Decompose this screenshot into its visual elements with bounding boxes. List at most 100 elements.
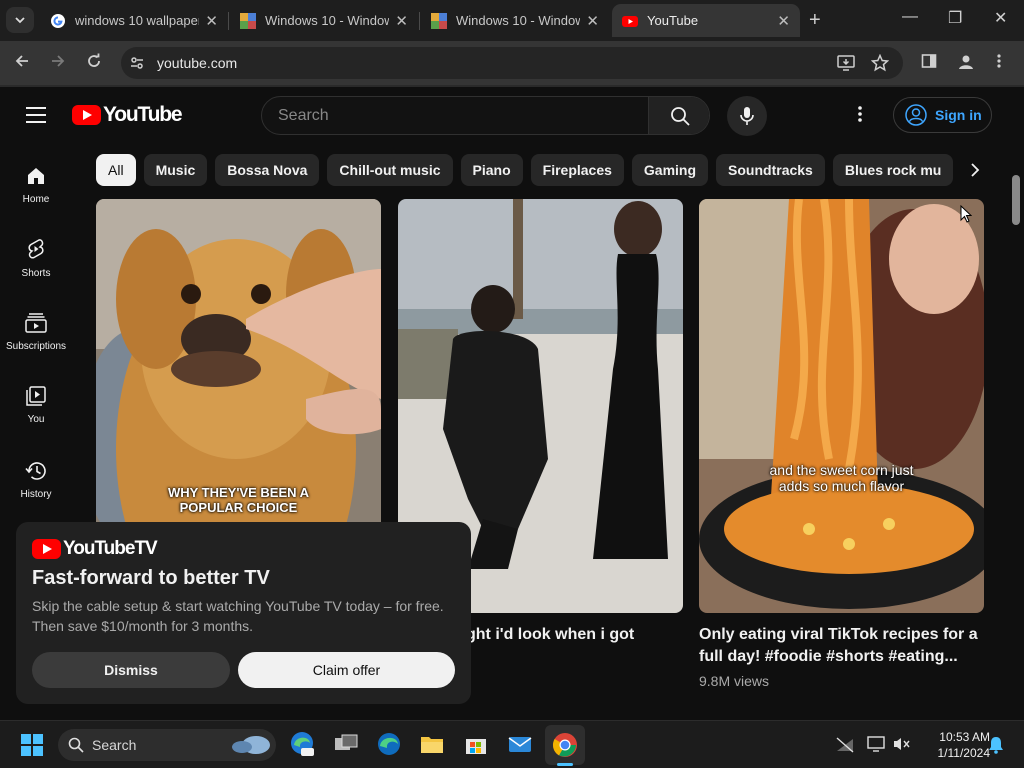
video-caption: and the sweet corn just — [769, 462, 914, 478]
dismiss-button[interactable]: Dismiss — [32, 652, 230, 688]
forward-button[interactable] — [50, 53, 66, 74]
subscriptions-icon — [25, 313, 47, 333]
chrome-icon — [552, 733, 577, 757]
promo-brand: YouTubeTV — [63, 538, 158, 559]
video-caption: adds so much flavor — [778, 478, 905, 494]
microphone-icon — [740, 107, 754, 125]
close-window-button[interactable]: ✕ — [994, 8, 1007, 28]
video-title[interactable]: ght i'd look when i got — [466, 624, 634, 646]
taskbar-clock[interactable]: 10:53 AM 1/11/2024 — [920, 729, 991, 761]
sidebar-item-home[interactable]: Home — [0, 166, 72, 205]
youtube-page: YouTube Sign in Home Shorts Subscription… — [0, 87, 1024, 713]
search-button[interactable] — [648, 97, 709, 134]
mouse-cursor-icon — [960, 205, 972, 223]
chip-music[interactable]: Music — [143, 154, 208, 186]
chrome-taskbar-button[interactable] — [545, 725, 585, 766]
microsoft-store-icon[interactable] — [463, 731, 489, 757]
more-vertical-icon — [997, 54, 1001, 68]
browser-tab-strip: windows 10 wallpaper ✕ Windows 10 - Wind… — [0, 0, 1024, 41]
chip-all[interactable]: All — [96, 154, 136, 186]
sidebar-item-subscriptions[interactable]: Subscriptions — [0, 313, 72, 352]
sidebar-label: Subscriptions — [5, 341, 67, 352]
tab-search-button[interactable] — [6, 7, 34, 33]
tab-google-search[interactable]: windows 10 wallpaper ✕ — [40, 4, 228, 37]
guide-menu-button[interactable] — [26, 107, 46, 128]
tab-windows-1[interactable]: Windows 10 - Windows ✕ — [230, 4, 418, 37]
youtube-icon — [622, 15, 638, 27]
side-panel-button[interactable] — [921, 53, 937, 74]
shorts-icon — [28, 239, 44, 259]
tab-title: YouTube — [647, 13, 699, 28]
sidebar-item-shorts[interactable]: Shorts — [0, 238, 72, 279]
notification-bell-icon[interactable] — [988, 736, 1004, 754]
youtube-tv-logo: YouTubeTV — [32, 538, 158, 560]
reload-button[interactable] — [86, 53, 102, 74]
edge-beta-icon[interactable] — [289, 731, 315, 757]
sidebar-label: Home — [22, 194, 50, 205]
chip-soundtracks[interactable]: Soundtracks — [716, 154, 825, 186]
chevron-right-icon — [971, 163, 980, 177]
search-box — [261, 96, 710, 135]
taskbar-search[interactable]: Search — [58, 729, 276, 761]
voice-search-button[interactable] — [727, 96, 767, 136]
chip-bossa-nova[interactable]: Bossa Nova — [215, 154, 320, 186]
video-title[interactable]: Only eating viral TikTok recipes for a f… — [699, 624, 989, 668]
windows-taskbar: Search 10:53 AM 1/11/2024 — [0, 720, 1024, 768]
network-offline-icon[interactable] — [836, 737, 854, 753]
new-tab-button[interactable]: + — [809, 9, 821, 32]
windows-start-icon[interactable] — [21, 734, 43, 756]
chip-gaming[interactable]: Gaming — [631, 154, 709, 186]
edge-icon[interactable] — [376, 731, 402, 757]
chip-chill-out-music[interactable]: Chill-out music — [327, 154, 453, 186]
reload-icon — [88, 53, 100, 67]
mail-icon[interactable] — [507, 731, 533, 757]
browser-menu-button[interactable] — [996, 53, 1002, 74]
close-tab-icon[interactable]: ✕ — [395, 12, 408, 30]
page-scrollbar[interactable] — [1012, 175, 1020, 225]
file-explorer-icon[interactable] — [419, 731, 445, 757]
close-tab-icon[interactable]: ✕ — [586, 12, 599, 30]
tab-youtube[interactable]: YouTube ✕ — [612, 4, 800, 37]
video-title-line: full day! #foodie #shorts #eating... — [699, 648, 958, 665]
youtube-logo[interactable]: YouTube — [72, 103, 183, 127]
profile-button[interactable] — [957, 53, 975, 76]
side-panel-icon — [921, 54, 937, 68]
task-view-icon[interactable] — [333, 731, 359, 757]
site-settings-icon[interactable] — [129, 55, 145, 76]
claim-offer-button[interactable]: Claim offer — [238, 652, 455, 688]
address-text: youtube.com — [157, 55, 238, 71]
sign-in-button[interactable]: Sign in — [893, 97, 992, 133]
settings-menu-button[interactable] — [857, 105, 863, 128]
arrow-left-icon — [15, 55, 28, 67]
google-icon — [51, 13, 65, 28]
chip-fireplaces[interactable]: Fireplaces — [530, 154, 624, 186]
short-thumbnail-noodles[interactable]: and the sweet corn just adds so much fla… — [699, 199, 984, 613]
close-tab-icon[interactable]: ✕ — [777, 12, 790, 30]
home-icon — [28, 168, 44, 184]
tab-title: windows 10 wallpaper — [75, 13, 200, 28]
bookmark-star-icon[interactable] — [870, 53, 890, 77]
noodles-thumbnail-image — [699, 199, 984, 613]
volume-muted-icon[interactable] — [893, 736, 911, 752]
display-icon[interactable] — [867, 736, 885, 752]
search-icon — [671, 106, 690, 126]
install-app-icon[interactable] — [837, 54, 855, 77]
sidebar-item-you[interactable]: You — [0, 386, 72, 425]
youtube-play-icon — [72, 105, 101, 125]
account-circle-icon — [905, 104, 927, 126]
arrow-right-icon — [52, 55, 65, 67]
back-button[interactable] — [14, 53, 30, 74]
active-app-indicator — [557, 763, 573, 766]
chips-next-button[interactable] — [970, 162, 980, 183]
chip-blues-rock[interactable]: Blues rock mu — [832, 154, 954, 186]
chip-piano[interactable]: Piano — [460, 154, 523, 186]
sidebar-label: You — [27, 414, 45, 425]
tab-windows-2[interactable]: Windows 10 - Windows ✕ — [421, 4, 609, 37]
sidebar-item-history[interactable]: History — [0, 461, 72, 500]
restore-button[interactable]: ❐ — [948, 8, 962, 28]
address-bar[interactable]: youtube.com — [121, 47, 903, 79]
minimize-button[interactable]: — — [902, 8, 918, 26]
close-tab-icon[interactable]: ✕ — [205, 12, 218, 30]
you-icon — [26, 386, 46, 406]
search-input[interactable] — [262, 97, 648, 134]
